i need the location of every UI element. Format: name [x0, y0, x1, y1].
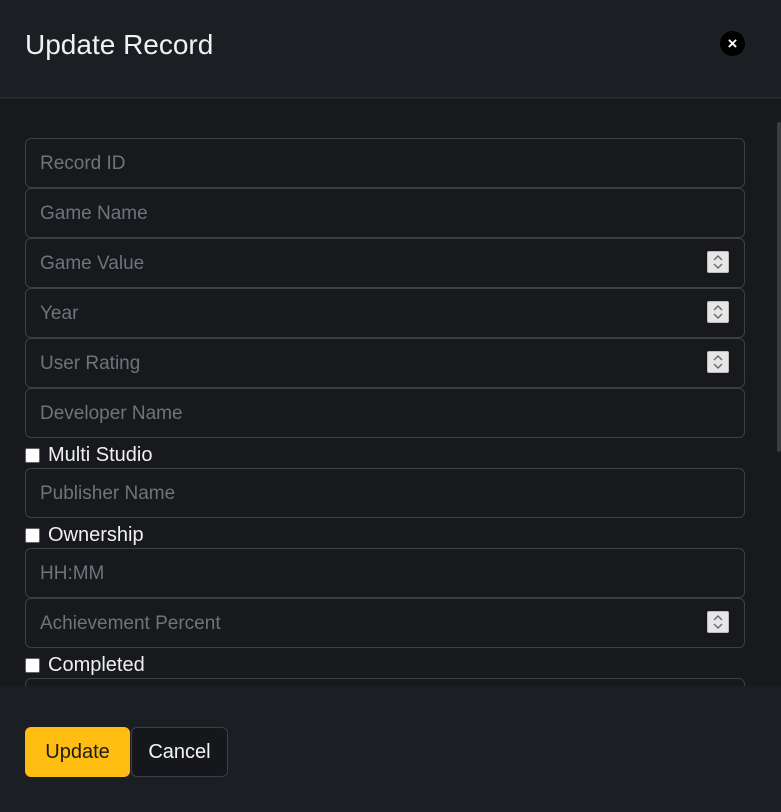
- year-field[interactable]: Year: [25, 288, 745, 338]
- user-rating-field[interactable]: User Rating: [25, 338, 745, 388]
- scrollbar[interactable]: [777, 122, 781, 452]
- game-name-field[interactable]: Game Name: [25, 188, 745, 238]
- record-id-field[interactable]: Record ID: [25, 138, 745, 188]
- record-id-placeholder: Record ID: [40, 153, 126, 174]
- completed-checkbox[interactable]: [25, 658, 40, 673]
- user-rating-spinner[interactable]: [707, 351, 729, 373]
- developer-name-field[interactable]: Developer Name: [25, 388, 745, 438]
- spinner-arrows-icon: [713, 305, 723, 319]
- achievement-percent-field[interactable]: Achievement Percent: [25, 598, 745, 648]
- year-spinner[interactable]: [707, 301, 729, 323]
- playtime-placeholder: HH:MM: [40, 563, 105, 584]
- ownership-checkbox[interactable]: [25, 528, 40, 543]
- completed-label: Completed: [48, 654, 145, 676]
- cancel-button[interactable]: Cancel: [131, 727, 228, 777]
- multi-studio-label: Multi Studio: [48, 444, 153, 466]
- multi-studio-row: Multi Studio: [25, 443, 153, 467]
- game-value-field[interactable]: Game Value: [25, 238, 745, 288]
- ownership-label: Ownership: [48, 524, 144, 546]
- update-record-modal: Update Record × Record ID Game Name Game…: [0, 0, 781, 812]
- modal-header: Update Record ×: [0, 0, 781, 98]
- update-button[interactable]: Update: [25, 727, 130, 777]
- next-field-partial[interactable]: [25, 678, 745, 686]
- modal-title: Update Record: [25, 29, 214, 60]
- developer-name-placeholder: Developer Name: [40, 403, 183, 424]
- year-placeholder: Year: [40, 303, 79, 324]
- spinner-arrows-icon: [713, 615, 723, 629]
- spinner-arrows-icon: [713, 255, 723, 269]
- completed-row: Completed: [25, 653, 145, 677]
- modal-footer: Update Cancel: [0, 686, 781, 812]
- multi-studio-checkbox[interactable]: [25, 448, 40, 463]
- achievement-percent-spinner[interactable]: [707, 611, 729, 633]
- achievement-percent-placeholder: Achievement Percent: [40, 613, 221, 634]
- ownership-row: Ownership: [25, 523, 144, 547]
- game-name-placeholder: Game Name: [40, 203, 148, 224]
- game-value-spinner[interactable]: [707, 251, 729, 273]
- game-value-placeholder: Game Value: [40, 253, 145, 274]
- close-button[interactable]: ×: [720, 31, 745, 56]
- playtime-field[interactable]: HH:MM: [25, 548, 745, 598]
- user-rating-placeholder: User Rating: [40, 353, 141, 374]
- close-icon: ×: [727, 34, 738, 53]
- modal-body[interactable]: Record ID Game Name Game Value Year User…: [0, 99, 781, 686]
- publisher-name-placeholder: Publisher Name: [40, 483, 176, 504]
- spinner-arrows-icon: [713, 355, 723, 369]
- publisher-name-field[interactable]: Publisher Name: [25, 468, 745, 518]
